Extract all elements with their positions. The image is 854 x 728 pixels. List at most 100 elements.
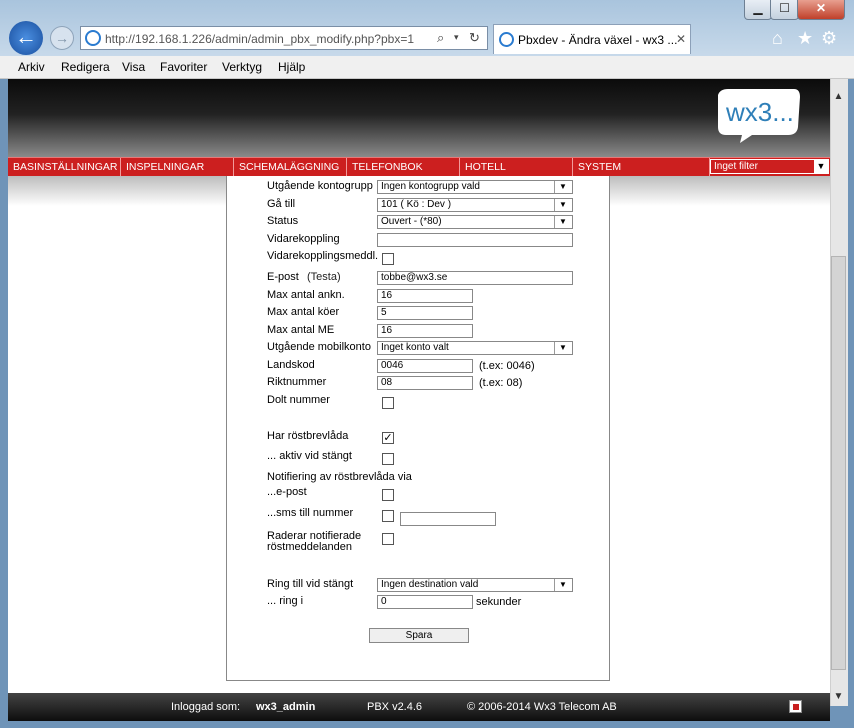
chevron-down-icon: ▼ <box>554 216 571 228</box>
dolt-label: Dolt nummer <box>267 394 330 406</box>
browser-tab[interactable]: Pbxdev - Ändra växel - wx3 ... ✕ <box>493 24 691 54</box>
site-phone-icon <box>85 30 101 46</box>
notif-sms-checkbox[interactable] <box>382 510 394 522</box>
search-icon[interactable]: ⌕ <box>437 30 444 46</box>
menu-redigera[interactable]: Redigera <box>61 60 110 74</box>
max-koer-label: Max antal köer <box>267 306 340 318</box>
riktnummer-input[interactable]: 08 <box>377 376 473 390</box>
nav-schemalaggning[interactable]: SCHEMALÄGGNING <box>234 158 347 176</box>
browser-chrome: ▁ ☐ ✕ ← → http://192.168.1.226/admin/adm… <box>0 0 854 56</box>
favorites-star-icon[interactable]: ★ <box>797 28 813 49</box>
minimize-button[interactable]: ▁ <box>744 0 772 20</box>
landskod-label: Landskod <box>267 359 315 371</box>
nav-basinstallningar[interactable]: BASINSTÄLLNINGAR <box>8 158 121 176</box>
raderar-checkbox[interactable] <box>382 533 394 545</box>
copyright-text: © 2006-2014 Wx3 Telecom AB <box>467 701 617 713</box>
nav-system[interactable]: SYSTEM <box>573 158 710 176</box>
dropdown-icon[interactable]: ▾ <box>454 32 459 43</box>
address-text[interactable]: http://192.168.1.226/admin/admin_pbx_mod… <box>105 32 414 46</box>
wx3-logo: wx3... <box>718 89 800 143</box>
site-footer: Inloggad som: wx3_admin PBX v2.4.6 © 200… <box>8 693 830 721</box>
tab-site-icon <box>499 32 514 47</box>
menu-favoriter[interactable]: Favoriter <box>160 60 207 74</box>
max-koer-input[interactable]: 5 <box>377 306 473 320</box>
vidarekoppling-label: Vidarekoppling <box>267 233 340 245</box>
gatill-select[interactable]: 101 ( Kö : Dev ) ▼ <box>377 198 573 212</box>
menu-arkiv[interactable]: Arkiv <box>18 60 45 74</box>
ring-stangt-label: Ring till vid stängt <box>267 578 354 590</box>
gatill-label: Gå till <box>267 198 296 210</box>
rostbrevlada-label: Har röstbrevlåda <box>267 430 349 442</box>
mobilkonto-value: Inget konto valt <box>381 342 449 353</box>
chevron-down-icon: ▼ <box>554 342 571 354</box>
landskod-hint: (t.ex: 0046) <box>479 360 535 372</box>
gatill-value: 101 ( Kö : Dev ) <box>381 199 452 210</box>
ring-stangt-value: Ingen destination vald <box>381 579 479 590</box>
window-bottom-frame <box>0 721 854 728</box>
scroll-up-icon[interactable]: ▲ <box>830 88 847 105</box>
chevron-down-icon: ▼ <box>554 579 571 591</box>
chevron-down-icon: ▼ <box>554 199 571 211</box>
mobilkonto-label: Utgående mobilkonto <box>267 341 371 353</box>
ring-stangt-select[interactable]: Ingen destination vald ▼ <box>377 578 573 592</box>
close-window-button[interactable]: ✕ <box>797 0 845 20</box>
notif-sms-label: ...sms till nummer <box>267 507 354 519</box>
riktnummer-hint: (t.ex: 08) <box>479 377 523 389</box>
site-nav: BASINSTÄLLNINGAR INSPELNINGAR SCHEMALÄGG… <box>8 157 830 177</box>
raderar-label-2: röstmeddelanden <box>267 541 353 553</box>
dolt-checkbox[interactable] <box>382 397 394 409</box>
tab-title: Pbxdev - Ändra växel - wx3 ... <box>518 33 678 47</box>
vidarekopplingsmeddl-checkbox[interactable] <box>382 253 394 265</box>
menu-visa[interactable]: Visa <box>122 60 145 74</box>
menu-verktyg[interactable]: Verktyg <box>222 60 262 74</box>
notif-epost-checkbox[interactable] <box>382 489 394 501</box>
logged-in-user: wx3_admin <box>256 701 316 713</box>
back-arrow-icon[interactable]: ← <box>9 21 43 55</box>
status-value: Ouvert - (*80) <box>381 216 442 227</box>
status-label: Status <box>267 215 299 227</box>
max-me-input[interactable]: 16 <box>377 324 473 338</box>
home-icon[interactable]: ⌂ <box>772 28 783 49</box>
scroll-thumb[interactable] <box>831 256 846 670</box>
menu-bar: Arkiv Redigera Visa Favoriter Verktyg Hj… <box>0 56 854 79</box>
version-text: PBX v2.4.6 <box>367 701 423 713</box>
refresh-icon[interactable]: ↻ <box>469 30 480 46</box>
logged-in-label: Inloggad som: <box>171 701 241 713</box>
epost-test-link[interactable]: (Testa) <box>307 271 341 283</box>
ring-i-input[interactable]: 0 <box>377 595 473 609</box>
max-ankn-input[interactable]: 16 <box>377 289 473 303</box>
maximize-button[interactable]: ☐ <box>770 0 799 20</box>
aktiv-stangt-checkbox[interactable] <box>382 453 394 465</box>
rostbrevlada-checkbox[interactable]: ✓ <box>382 432 394 444</box>
chevron-down-icon: ▼ <box>814 160 828 173</box>
save-button[interactable]: Spara <box>369 628 469 643</box>
page-viewport: wx3... BASINSTÄLLNINGAR INSPELNINGAR SCH… <box>8 79 830 693</box>
scroll-down-icon[interactable]: ▼ <box>830 688 847 705</box>
kontogrupp-label: Utgående kontogrupp <box>267 180 373 192</box>
kontogrupp-value: Ingen kontogrupp vald <box>381 181 480 192</box>
address-bar[interactable]: http://192.168.1.226/admin/admin_pbx_mod… <box>80 26 488 50</box>
landskod-input[interactable]: 0046 <box>377 359 473 373</box>
status-select[interactable]: Ouvert - (*80) ▼ <box>377 215 573 229</box>
epost-input[interactable]: tobbe@wx3.se <box>377 271 573 285</box>
vidarekoppling-input[interactable] <box>377 233 573 247</box>
tab-close-icon[interactable]: ✕ <box>676 32 686 46</box>
ring-i-unit: sekunder <box>476 596 522 608</box>
nav-telefonbok[interactable]: TELEFONBOK <box>347 158 460 176</box>
nav-hotell[interactable]: HOTELL <box>460 158 573 176</box>
forward-arrow-icon[interactable]: → <box>50 26 74 50</box>
kontogrupp-select[interactable]: Ingen kontogrupp vald ▼ <box>377 180 573 194</box>
mobilkonto-select[interactable]: Inget konto valt ▼ <box>377 341 573 355</box>
compat-view-icon[interactable] <box>789 700 802 713</box>
chevron-down-icon: ▼ <box>554 181 571 193</box>
notif-sms-input[interactable] <box>400 512 496 526</box>
max-me-label: Max antal ME <box>267 324 335 336</box>
filter-select[interactable]: Inget filter ▼ <box>710 159 829 174</box>
logo-text: wx3... <box>725 97 794 127</box>
max-ankn-label: Max antal ankn. <box>267 289 345 301</box>
menu-hjalp[interactable]: Hjälp <box>278 60 305 74</box>
nav-inspelningar[interactable]: INSPELNINGAR <box>121 158 234 176</box>
gear-icon[interactable]: ⚙ <box>821 28 837 49</box>
filter-value: Inget filter <box>714 161 758 172</box>
new-tab-button[interactable] <box>692 27 716 51</box>
